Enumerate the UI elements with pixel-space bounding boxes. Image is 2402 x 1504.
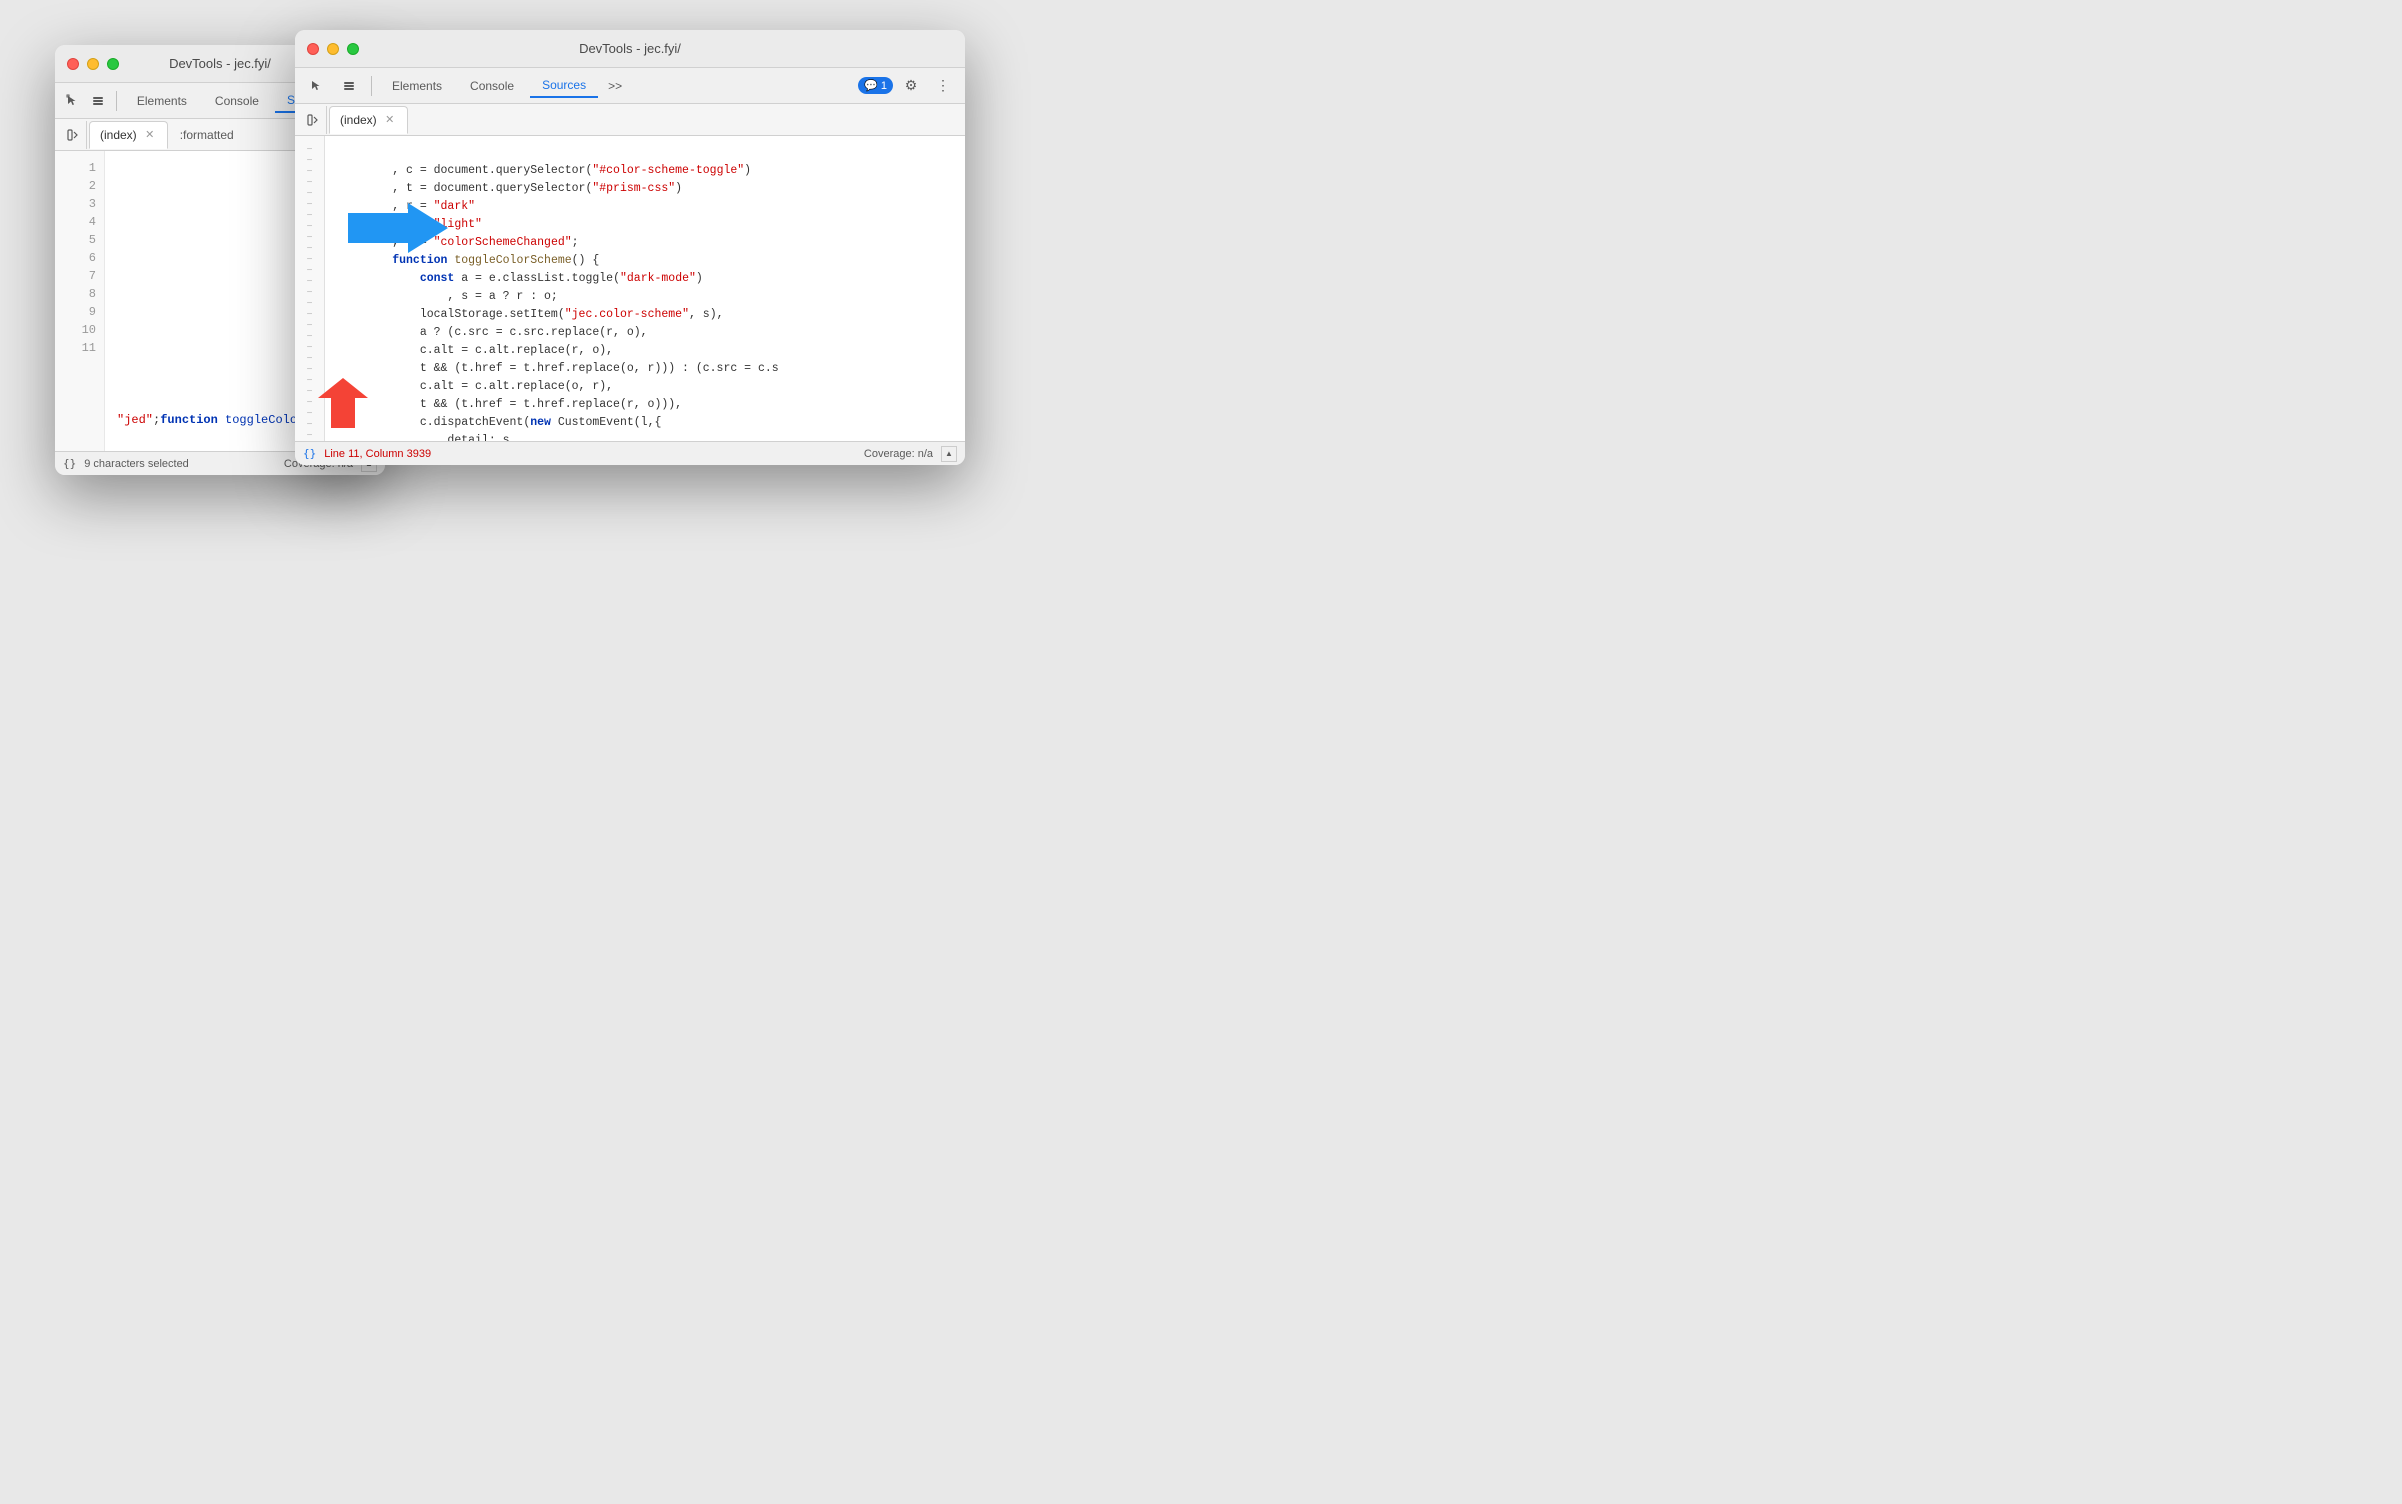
line-num: 9 xyxy=(55,303,104,321)
dash: − xyxy=(295,320,324,331)
dash: − xyxy=(295,232,324,243)
dash: − xyxy=(295,287,324,298)
code-area-2: − − − − − − − − − − − − − − − − − − − − xyxy=(295,136,965,441)
cursor-icon[interactable] xyxy=(63,87,84,115)
badge-count: 1 xyxy=(881,80,887,92)
close-button-1[interactable] xyxy=(67,58,79,70)
line-num: 4 xyxy=(55,213,104,231)
traffic-lights-1 xyxy=(67,58,119,70)
file-tabs-bar-2: (index) ✕ xyxy=(295,104,965,136)
maximize-button-1[interactable] xyxy=(107,58,119,70)
window-title-2: DevTools - jec.fyi/ xyxy=(579,41,681,56)
dash: − xyxy=(295,221,324,232)
status-bar-2: {} Line 11, Column 3939 Coverage: n/a ▲ xyxy=(295,441,965,465)
dash: − xyxy=(295,342,324,353)
code-content-2[interactable]: , c = document.querySelector("#color-sch… xyxy=(325,136,965,441)
tab-elements-1[interactable]: Elements xyxy=(125,90,199,112)
close-button-2[interactable] xyxy=(307,43,319,55)
format-icon-1[interactable]: {} xyxy=(63,457,76,470)
file-tab-close-2[interactable]: ✕ xyxy=(383,113,397,127)
file-tab-index-2[interactable]: (index) ✕ xyxy=(329,106,408,134)
line-num: 7 xyxy=(55,267,104,285)
position-text-2: Line 11, Column 3939 xyxy=(324,448,431,460)
tab-sources-2[interactable]: Sources xyxy=(530,74,598,98)
status-text-1: 9 characters selected xyxy=(84,458,189,470)
dash: − xyxy=(295,254,324,265)
line-num: 2 xyxy=(55,177,104,195)
chat-icon[interactable]: 💬 1 xyxy=(858,77,893,94)
title-bar-2: DevTools - jec.fyi/ xyxy=(295,30,965,68)
dash: − xyxy=(295,199,324,210)
dash: − xyxy=(295,166,324,177)
chat-symbol: 💬 xyxy=(864,79,878,92)
coverage-2: Coverage: n/a xyxy=(864,448,933,460)
line-numbers-1: 1 2 3 4 5 6 7 8 9 10 11 xyxy=(55,151,105,451)
dash: − xyxy=(295,243,324,254)
format-icon-2[interactable]: {} xyxy=(303,447,316,460)
dash: − xyxy=(295,265,324,276)
divider-1 xyxy=(116,91,117,111)
divider-2 xyxy=(371,76,372,96)
minimize-button-1[interactable] xyxy=(87,58,99,70)
dash: − xyxy=(295,276,324,287)
more-tabs-2[interactable]: >> xyxy=(602,75,628,97)
toolbar-right-2: 💬 1 ⚙ ⋮ xyxy=(858,72,957,100)
file-tab-formatted-1[interactable]: :formatted xyxy=(170,121,244,149)
layers-icon[interactable] xyxy=(88,87,109,115)
line-num: 6 xyxy=(55,249,104,267)
line-num: 10 xyxy=(55,321,104,339)
dash: − xyxy=(295,188,324,199)
traffic-lights-2 xyxy=(307,43,359,55)
dash: − xyxy=(295,353,324,364)
line-num: 3 xyxy=(55,195,104,213)
tab-console-2[interactable]: Console xyxy=(458,75,526,97)
dash: − xyxy=(295,210,324,221)
line-num: 5 xyxy=(55,231,104,249)
dash: − xyxy=(295,331,324,342)
line-num: 11 xyxy=(55,339,104,357)
red-arrow xyxy=(318,378,368,433)
panel-body-2: − − − − − − − − − − − − − − − − − − − − xyxy=(295,136,965,441)
dash: − xyxy=(295,155,324,166)
cursor-icon-2[interactable] xyxy=(303,72,331,100)
minimize-button-2[interactable] xyxy=(327,43,339,55)
toolbar-2: Elements Console Sources >> 💬 1 ⚙ ⋮ xyxy=(295,68,965,104)
line-num: 1 xyxy=(55,159,104,177)
settings-icon-2[interactable]: ⚙ xyxy=(897,72,925,100)
menu-icon-2[interactable]: ⋮ xyxy=(929,72,957,100)
panel-toggle-1[interactable] xyxy=(59,121,87,149)
dash: − xyxy=(295,309,324,320)
file-tab-close-1[interactable]: ✕ xyxy=(143,128,157,142)
file-tab-index-1[interactable]: (index) ✕ xyxy=(89,121,168,149)
tab-elements-2[interactable]: Elements xyxy=(380,75,454,97)
tab-console-1[interactable]: Console xyxy=(203,90,271,112)
blue-arrow xyxy=(348,198,448,263)
dash: − xyxy=(295,177,324,188)
dash: − xyxy=(295,144,324,155)
line-num: 8 xyxy=(55,285,104,303)
window-title-1: DevTools - jec.fyi/ xyxy=(169,56,271,71)
scroll-up-2[interactable]: ▲ xyxy=(941,446,957,462)
layers-icon-2[interactable] xyxy=(335,72,363,100)
dash: − xyxy=(295,298,324,309)
maximize-button-2[interactable] xyxy=(347,43,359,55)
dash: − xyxy=(295,364,324,375)
panel-toggle-2[interactable] xyxy=(299,106,327,134)
